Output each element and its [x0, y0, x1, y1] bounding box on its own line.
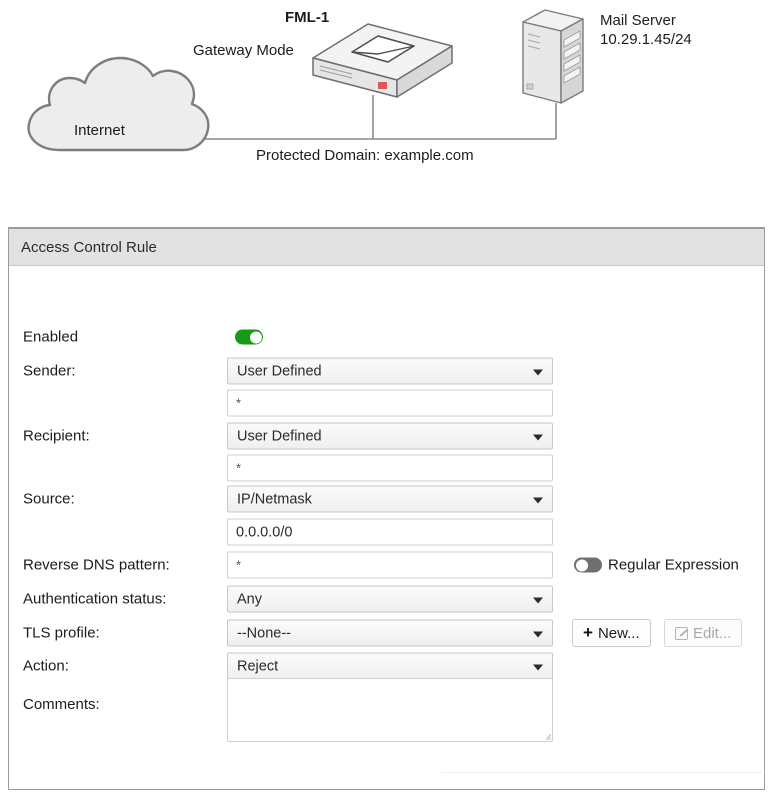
row-tls-profile: TLS profile: --None-- + New... Edit...	[9, 618, 766, 648]
sender-select[interactable]: User Defined	[227, 357, 553, 385]
sender-label: Sender:	[23, 362, 76, 380]
comments-label: Comments:	[23, 696, 100, 713]
reverse-dns-input-wrap: *	[227, 551, 553, 579]
chevron-down-icon	[533, 631, 543, 637]
source-input[interactable]: 0.0.0.0/0	[227, 518, 553, 546]
row-recipient: Recipient: User Defined	[9, 421, 766, 451]
edit-pencil-icon	[675, 626, 688, 640]
action-select[interactable]: Reject	[227, 652, 553, 680]
source-select-value: IP/Netmask	[237, 491, 312, 507]
sender-input-wrap: *	[227, 389, 553, 417]
recipient-input-wrap: *	[227, 454, 553, 482]
chevron-down-icon	[533, 434, 543, 440]
tls-profile-select-wrap: --None--	[227, 619, 553, 647]
mail-server-name: Mail Server	[600, 12, 676, 29]
row-action: Action: Reject	[9, 651, 766, 681]
access-control-rule-panel: Access Control Rule Enabled Sender: User…	[8, 227, 766, 790]
gateway-mode-label: Gateway Mode	[193, 42, 294, 59]
recipient-input[interactable]: *	[227, 454, 553, 482]
row-source-value: 0.0.0.0/0	[9, 517, 766, 547]
plus-icon: +	[583, 622, 593, 642]
page-title: Access Control Rule	[21, 238, 157, 256]
chevron-down-icon	[533, 497, 543, 503]
authentication-status-value: Any	[237, 591, 262, 607]
mail-server-labels: Mail Server 10.29.1.45/24	[600, 12, 692, 50]
row-source: Source: IP/Netmask	[9, 484, 766, 514]
action-select-wrap: Reject	[227, 652, 553, 680]
action-select-value: Reject	[237, 658, 279, 674]
panel-divider	[441, 772, 766, 773]
new-tls-profile-button[interactable]: + New...	[572, 619, 651, 647]
authentication-status-label: Authentication status:	[23, 590, 167, 608]
action-label: Action:	[23, 657, 69, 675]
reverse-dns-label: Reverse DNS pattern:	[23, 556, 170, 574]
row-comments: Comments:	[9, 678, 766, 750]
panel-header: Access Control Rule	[9, 229, 764, 266]
source-input-wrap: 0.0.0.0/0	[227, 518, 553, 546]
authentication-status-select[interactable]: Any	[227, 585, 553, 613]
internet-cloud-label: Internet	[74, 122, 125, 139]
source-select-wrap: IP/Netmask	[227, 485, 553, 513]
chevron-down-icon	[533, 664, 543, 670]
tls-profile-select[interactable]: --None--	[227, 619, 553, 647]
fml-appliance-shape	[312, 23, 453, 98]
chevron-down-icon	[533, 597, 543, 603]
enabled-label: Enabled	[23, 328, 79, 346]
recipient-select[interactable]: User Defined	[227, 422, 553, 450]
fml-device-title: FML-1	[285, 9, 330, 26]
row-enabled: Enabled	[9, 322, 766, 352]
connection-lines	[198, 95, 557, 140]
source-select[interactable]: IP/Netmask	[227, 485, 553, 513]
mail-server-ip: 10.29.1.45/24	[600, 30, 692, 48]
row-sender: Sender: User Defined	[9, 356, 766, 386]
enabled-toggle[interactable]	[235, 329, 263, 345]
sender-select-value: User Defined	[237, 363, 322, 379]
row-recipient-value: *	[9, 453, 766, 483]
edit-button-label: Edit...	[693, 624, 732, 642]
edit-tls-profile-button[interactable]: Edit...	[664, 619, 743, 647]
regular-expression-label: Regular Expression	[608, 556, 739, 574]
recipient-select-wrap: User Defined	[227, 422, 553, 450]
toggle-knob	[249, 331, 262, 343]
sender-input[interactable]: *	[227, 389, 553, 417]
screenshot-root: FML-1 Gateway Mode Mail Server 10.29.1.4…	[0, 0, 774, 801]
chevron-down-icon	[533, 369, 543, 375]
resize-grip-icon[interactable]	[540, 729, 551, 740]
mail-server-shape	[522, 9, 584, 104]
recipient-select-value: User Defined	[237, 428, 322, 444]
row-sender-value: *	[9, 388, 766, 418]
comments-textarea[interactable]	[227, 678, 553, 742]
row-reverse-dns: Reverse DNS pattern: * Regular Expressio…	[9, 550, 766, 580]
tls-profile-label: TLS profile:	[23, 624, 100, 642]
source-label: Source:	[23, 490, 75, 508]
new-button-label: New...	[597, 624, 640, 642]
recipient-label: Recipient:	[23, 427, 90, 445]
row-authentication-status: Authentication status: Any	[9, 584, 766, 614]
network-diagram: FML-1 Gateway Mode Mail Server 10.29.1.4…	[0, 0, 774, 210]
toggle-knob	[575, 559, 588, 571]
reverse-dns-input[interactable]: *	[227, 551, 553, 579]
sender-select-wrap: User Defined	[227, 357, 553, 385]
regular-expression-toggle[interactable]	[574, 557, 602, 573]
authentication-status-select-wrap: Any	[227, 585, 553, 613]
tls-profile-value: --None--	[237, 625, 291, 641]
protected-domain-label: Protected Domain: example.com	[256, 147, 474, 164]
